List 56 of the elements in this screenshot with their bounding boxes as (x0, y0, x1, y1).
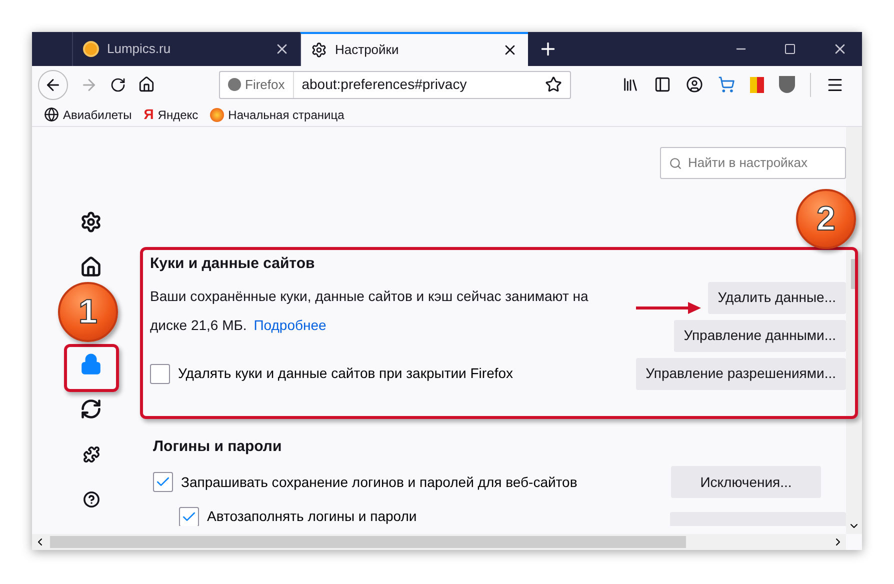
help-icon (82, 490, 100, 508)
shield-icon[interactable] (779, 76, 795, 93)
sync-icon (80, 398, 102, 420)
identity-label: Firefox (245, 76, 285, 94)
tab-title: Настройки (335, 41, 400, 60)
browser-tab[interactable]: Настройки (300, 32, 528, 66)
bookmark-item[interactable]: Начальная страница (210, 106, 344, 124)
gear-icon (80, 211, 102, 233)
yandex-icon: Я (144, 104, 154, 125)
home-icon (80, 256, 102, 278)
firefox-icon (210, 108, 224, 122)
account-icon[interactable] (686, 76, 703, 93)
section-title: Логины и пароли (153, 436, 283, 456)
search-icon (669, 156, 682, 170)
puzzle-icon (82, 446, 100, 462)
category-item[interactable] (79, 397, 103, 421)
reload-icon[interactable] (110, 76, 126, 92)
checkbox[interactable] (153, 472, 173, 492)
lock-icon (80, 353, 102, 375)
storage-text: Ваши сохранённые куки, данные сайтов и кэш сейчас занимают на диске 21,6 МБ. Подробнее (150, 286, 590, 335)
pointer-arrow (634, 300, 702, 316)
site-icon (83, 41, 99, 57)
maximize-icon[interactable] (784, 43, 796, 55)
bookmark-item[interactable]: Авиабилеты (44, 106, 132, 124)
bookmark-item[interactable]: Я Яндекс (144, 104, 198, 125)
checkbox[interactable] (150, 364, 170, 384)
bookmark-flag-icon[interactable] (750, 76, 764, 92)
category-item[interactable] (79, 210, 103, 234)
settings-button[interactable]: Исключения... (671, 466, 821, 498)
checkbox-label: Запрашивать сохранение логинов и паролей для веб-сайтов (181, 472, 578, 492)
checkbox[interactable] (179, 506, 199, 526)
highlight-frame (64, 344, 119, 392)
globe-icon (44, 107, 59, 122)
horizontal-scrollbar[interactable] (32, 534, 846, 550)
tab-title: Lumpics.ru (107, 40, 172, 58)
checkbox-label: Автозаполнять логины и пароли (207, 507, 417, 526)
scrollbar-thumb[interactable] (50, 536, 686, 548)
address-bar[interactable]: Firefox about:preferences#privacy (219, 70, 571, 98)
firefox-icon (228, 78, 241, 91)
settings-button[interactable]: Удалить данные... (708, 282, 846, 314)
cart-icon[interactable] (718, 76, 735, 93)
checkbox-label: Удалять куки и данные сайтов при закрытии Firefox (178, 364, 514, 383)
learn-more-link[interactable]: Подробнее (254, 316, 326, 332)
sidebar-icon[interactable] (654, 76, 671, 93)
search-field[interactable]: Найти в настройках (660, 147, 846, 179)
settings-button[interactable]: Управление разрешениями... (636, 358, 846, 390)
library-icon[interactable] (622, 76, 639, 93)
back-button[interactable] (38, 70, 68, 100)
gear-icon (311, 42, 327, 58)
star-icon[interactable] (545, 76, 562, 93)
settings-button[interactable]: Управление данными... (674, 320, 846, 352)
category-item[interactable] (79, 255, 103, 279)
section-title: Куки и данные сайтов (150, 254, 316, 274)
home-icon[interactable] (138, 76, 155, 93)
url-text: about:preferences#privacy (300, 75, 468, 94)
search-placeholder: Найти в настройках (688, 154, 808, 172)
